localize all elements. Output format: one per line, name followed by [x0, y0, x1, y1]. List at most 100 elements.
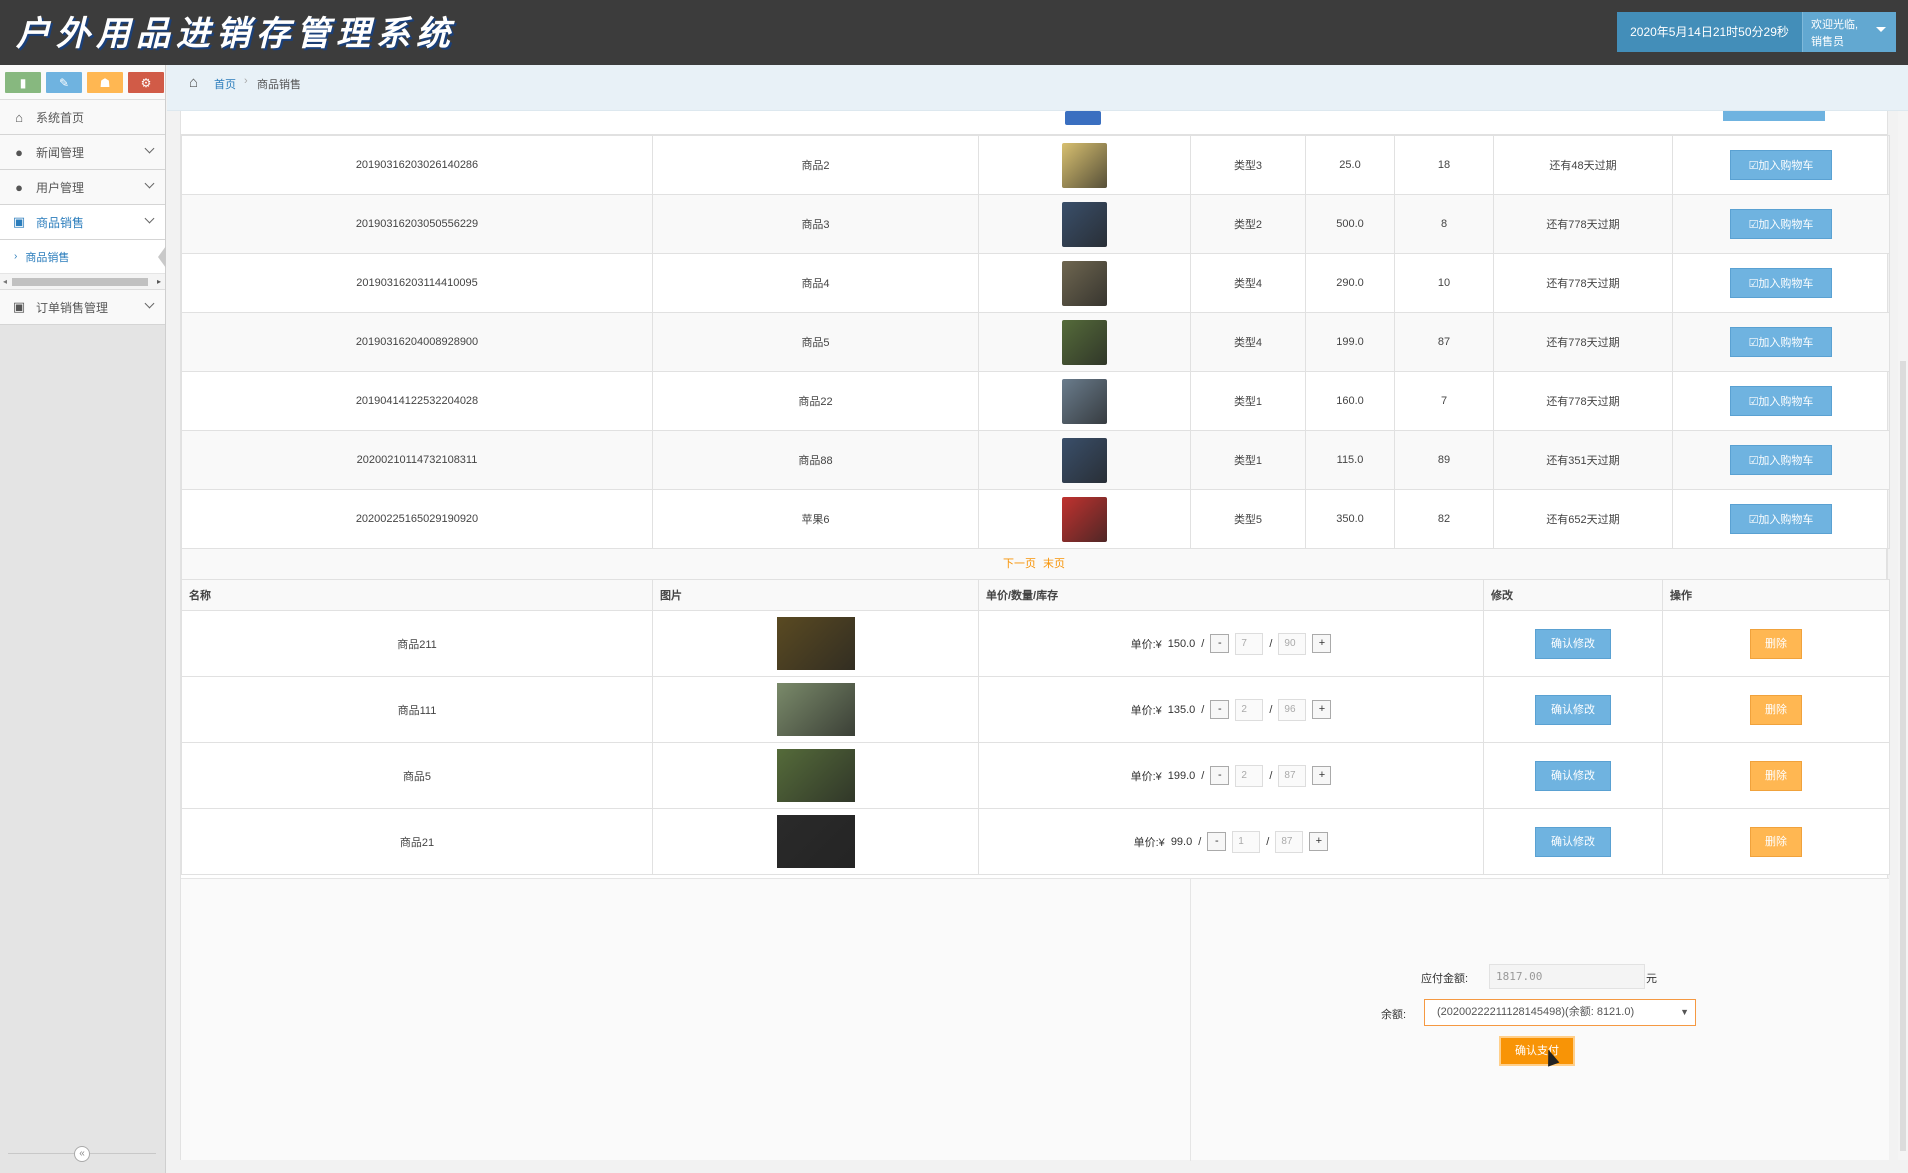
quantity-input[interactable]: 7 — [1235, 632, 1264, 655]
active-indicator — [158, 246, 166, 268]
last-page-link[interactable]: 末页 — [1043, 558, 1065, 570]
confirm-edit-button[interactable]: 确认修改 — [1535, 694, 1611, 725]
product-type: 类型4 — [1190, 312, 1306, 372]
product-type: 类型1 — [1190, 430, 1306, 490]
delete-button[interactable]: 删除 — [1750, 826, 1802, 857]
pagination: 下一页 末页 — [181, 549, 1887, 579]
product-image-cell — [978, 253, 1191, 313]
scroll-right-icon[interactable]: ▸ — [157, 277, 161, 286]
increment-button[interactable]: + — [1312, 766, 1332, 785]
product-type: 类型3 — [1190, 135, 1306, 195]
user-menu[interactable]: 欢迎光临, 销售员 — [1802, 12, 1896, 52]
add-to-cart-button[interactable]: ☑加入购物车 — [1730, 327, 1832, 357]
sidebar: ▮ ✎ ☗ ⚙ ⌂ 系统首页 ● 新闻管理 ● 用户管理 ▣ 商品销售 › 商品… — [0, 65, 166, 1173]
scroll-thumb[interactable] — [12, 278, 148, 286]
sidebar-item-sales[interactable]: ▣ 商品销售 — [0, 205, 165, 240]
price-prefix: 单价:¥ — [1133, 836, 1165, 849]
confirm-edit-button[interactable]: 确认修改 — [1535, 628, 1611, 659]
product-image-cell — [978, 194, 1191, 254]
picture-icon: ▣ — [12, 214, 26, 229]
delete-button[interactable]: 删除 — [1750, 694, 1802, 725]
sidebar-item-label: 商品销售 — [36, 215, 85, 230]
add-to-cart-button[interactable]: ☑加入购物车 — [1730, 504, 1832, 534]
partial-row — [181, 111, 1887, 135]
product-price: 500.0 — [1305, 194, 1395, 254]
product-name: 商品4 — [652, 253, 979, 313]
product-id: 20200210114732108311 — [181, 430, 653, 490]
decrement-button[interactable]: - — [1210, 700, 1230, 719]
increment-button[interactable]: + — [1309, 832, 1329, 851]
cart-qty-cell: 单价:¥ 99.0/-1/87 + — [978, 808, 1484, 875]
slash-separator: / — [1201, 637, 1205, 650]
sidebar-item-orders[interactable]: ▣ 订单销售管理 — [0, 290, 165, 325]
product-stock: 87 — [1394, 312, 1494, 372]
quantity-input[interactable]: 1 — [1232, 830, 1261, 853]
confirm-edit-button[interactable]: 确认修改 — [1535, 826, 1611, 857]
table-row: 20190316204008928900 商品5 类型4 199.0 87 还有778天过… — [181, 312, 1890, 372]
add-to-cart-button[interactable]: ☑加入购物车 — [1730, 150, 1832, 180]
increment-button[interactable]: + — [1312, 634, 1332, 653]
angle-right-icon: › — [14, 251, 18, 262]
product-thumbnail — [1062, 437, 1107, 483]
sidebar-subitem-sales[interactable]: › 商品销售 — [0, 240, 166, 274]
sidebar-item-users[interactable]: ● 用户管理 — [0, 170, 165, 205]
product-expiry: 还有778天过期 — [1493, 194, 1673, 254]
scroll-thumb[interactable] — [1900, 361, 1906, 1151]
sidebar-collapse-button[interactable]: « — [74, 1146, 90, 1162]
product-image-cell — [978, 489, 1191, 549]
add-to-cart-button-partial[interactable] — [1723, 111, 1825, 121]
increment-button[interactable]: + — [1312, 700, 1332, 719]
scroll-left-icon[interactable]: ◂ — [3, 277, 7, 286]
product-thumbnail — [1062, 201, 1107, 247]
quantity-input[interactable]: 2 — [1235, 698, 1264, 721]
payment-panel: 应付金额: 1817.00 元 余额: (2020022221112814549… — [181, 878, 1889, 1161]
slash-separator: / — [1201, 703, 1205, 716]
decrement-button[interactable]: - — [1210, 766, 1230, 785]
quantity-input[interactable]: 2 — [1235, 764, 1264, 787]
breadcrumb-home-link[interactable]: 首页 — [214, 76, 236, 92]
cart-item-thumbnail — [776, 815, 855, 868]
add-to-cart-button[interactable]: ☑加入购物车 — [1730, 209, 1832, 239]
add-to-cart-button[interactable]: ☑加入购物车 — [1730, 386, 1832, 416]
sidebar-hscrollbar[interactable]: ◂ ▸ — [0, 274, 165, 290]
breadcrumb: ⌂ 首页 › 商品销售 — [167, 65, 1908, 111]
add-to-cart-button[interactable]: ☑加入购物车 — [1730, 445, 1832, 475]
sidebar-item-label: 系统首页 — [36, 110, 85, 125]
edit-shortcut-button[interactable]: ✎ — [46, 72, 82, 93]
signal-icon: ▮ — [19, 75, 27, 90]
chart-shortcut-button[interactable]: ▮ — [5, 72, 41, 93]
slash-separator: / — [1269, 637, 1273, 650]
cogs-icon: ⚙ — [140, 75, 152, 90]
product-type: 类型5 — [1190, 489, 1306, 549]
add-to-cart-button[interactable]: ☑加入购物车 — [1730, 268, 1832, 298]
product-table: 20190316203026140286 商品2 类型3 25.0 18 还有48天过期 ☑… — [181, 135, 1890, 549]
stock-field: 90 — [1278, 632, 1307, 655]
next-page-link[interactable]: 下一页 — [1003, 558, 1036, 570]
product-image-cell — [978, 371, 1191, 431]
price-prefix: 单价:¥ — [1130, 704, 1162, 717]
group-shortcut-button[interactable]: ☗ — [87, 72, 123, 93]
product-expiry: 还有48天过期 — [1493, 135, 1673, 195]
confirm-edit-button[interactable]: 确认修改 — [1535, 760, 1611, 791]
product-thumbnail — [1062, 496, 1107, 542]
unit-price: 199.0 — [1167, 769, 1196, 782]
page-vscrollbar[interactable] — [1898, 111, 1908, 1160]
settings-shortcut-button[interactable]: ⚙ — [128, 72, 164, 93]
divider — [1190, 879, 1191, 1161]
delete-button[interactable]: 删除 — [1750, 760, 1802, 791]
sidebar-item-news[interactable]: ● 新闻管理 — [0, 135, 165, 170]
balance-select[interactable]: (20200222211128145498)(余额: 8121.0) ▼ — [1424, 999, 1696, 1026]
product-image-cell — [978, 135, 1191, 195]
cart-edit-cell: 确认修改 — [1483, 742, 1663, 809]
product-stock: 7 — [1394, 371, 1494, 431]
sidebar-item-home[interactable]: ⌂ 系统首页 — [0, 100, 165, 135]
action-cell: ☑加入购物车 — [1672, 312, 1890, 372]
product-id: 20190316204008928900 — [181, 312, 653, 372]
decrement-button[interactable]: - — [1207, 832, 1227, 851]
delete-button[interactable]: 删除 — [1750, 628, 1802, 659]
decrement-button[interactable]: - — [1210, 634, 1230, 653]
product-expiry: 还有652天过期 — [1493, 489, 1673, 549]
amount-label: 应付金额: — [1421, 973, 1469, 985]
table-row: 20190316203026140286 商品2 类型3 25.0 18 还有48天过期 ☑… — [181, 135, 1890, 195]
confirm-pay-button[interactable]: 确认支付 — [1499, 1036, 1575, 1066]
